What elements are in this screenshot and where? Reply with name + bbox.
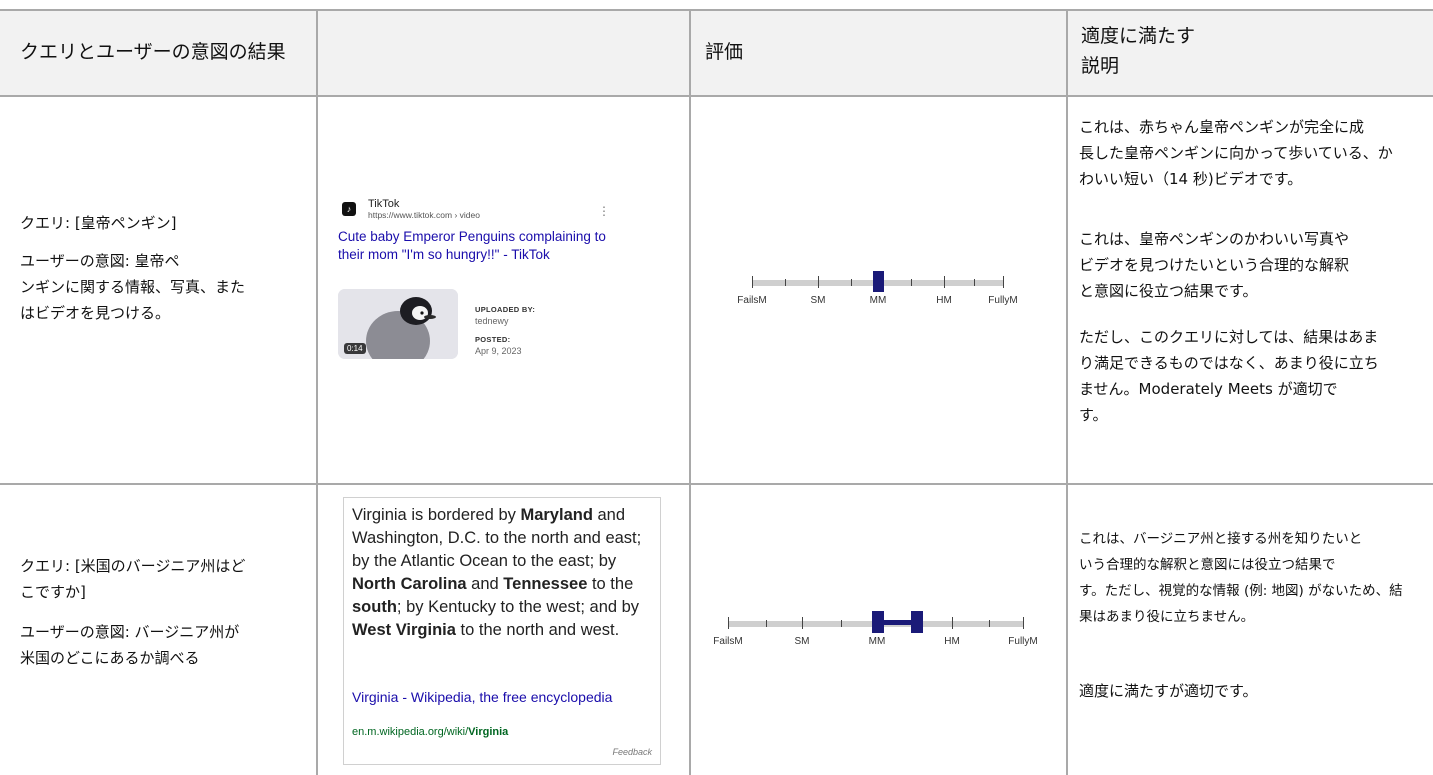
rating-marker-mm [873,271,884,292]
row1-explanation-para1: これは、赤ちゃん皇帝ペンギンが完全に成 長した皇帝ペンギンに向かって歩いている、… [1079,118,1393,188]
row1-explanation-para2: これは、皇帝ペンギンのかわいい写真や ビデオを見つけたいという合理的な解釈 と意… [1079,230,1350,300]
row1-intent: ユーザーの意図: 皇帝ペ ンギンに関する情報、写真、また はビデオを見つける。 [20,252,246,322]
table-border-row1-bottom [0,483,1433,485]
feedback-link[interactable]: Feedback [612,747,652,757]
snippet-bold-term: North Carolina [352,575,467,593]
scale-tick [841,620,842,627]
wikipedia-featured-snippet: Virginia is bordered by Maryland and Was… [343,497,661,765]
posted-value: Apr 9, 2023 [475,346,522,356]
snippet-text-segment: and [466,575,504,593]
row2-explanation-para1: これは、バージニア州と接する州を知りたいと いう合理的な解釈と意図には役立つ結果… [1079,531,1403,625]
result-title-link[interactable]: Cute baby Emperor Penguins complaining t… [338,228,628,264]
result-site-url: https://www.tiktok.com › video [368,210,480,220]
tiktok-logo-icon: ♪ [342,202,356,216]
row1-explanation: これは、赤ちゃん皇帝ペンギンが完全に成 長した皇帝ペンギンに向かって歩いている、… [1079,114,1429,428]
scale-label-fullym: FullyM [988,295,1018,306]
scale-tick [752,276,753,288]
row2-explanation-para2: 適度に満たすが適切です。 [1079,682,1258,700]
snippet-text-segment: to the [587,575,634,593]
scale-tick [818,276,819,288]
row1-query: クエリ: [皇帝ペンギン] [20,214,177,232]
row2-rating-scale: FailsM SM MM HM FullyM [713,611,1038,657]
video-thumbnail[interactable]: 0:14 [338,289,458,359]
row1-query-cell: クエリ: [皇帝ペンギン] ユーザーの意図: 皇帝ペ ンギンに関する情報、写真、… [20,210,305,326]
table-border-col3 [1066,9,1068,775]
snippet-bold-term: West Virginia [352,621,456,639]
snippet-bold-term: Tennessee [503,575,588,593]
scale-label-hm: HM [936,295,952,306]
row1-explanation-para3: ただし、このクエリに対しては、結果はあま り満足できるものではなく、あまり役に立… [1079,328,1379,424]
header-query-intent: クエリとユーザーの意図の結果 [20,41,286,63]
scale-tick [728,617,729,629]
scale-label-hm: HM [944,636,960,647]
table-border-top [0,9,1433,11]
snippet-text-segment: to the north and west. [455,621,620,639]
result-site-name: TikTok [368,198,400,210]
tiktok-result-card[interactable]: ♪ TikTok https://www.tiktok.com › video … [336,188,626,373]
scale-label-mm: MM [869,295,887,306]
snippet-bold-term: Maryland [520,506,593,524]
header-explanation-subtitle: 説明 [1081,55,1120,77]
rating-marker-mm-plus [911,611,923,633]
scale-tick [974,279,975,286]
wikipedia-result-url[interactable]: en.m.wikipedia.org/wiki/Virginia [352,726,508,738]
scale-tick [911,279,912,286]
row2-query-cell: クエリ: [米国のバージニア州はど こですか] ユーザーの意図: バージニア州が… [20,553,305,671]
video-duration-badge: 0:14 [344,343,366,354]
row2-explanation: これは、バージニア州と接する州を知りたいと いう合理的な解釈と意図には役立つ結果… [1079,526,1429,704]
scale-tick [1023,617,1024,629]
table-border-col1 [316,9,318,775]
posted-label: POSTED: [475,335,511,344]
wikipedia-result-link[interactable]: Virginia - Wikipedia, the free encyclope… [352,688,652,706]
rating-example-table: クエリとユーザーの意図の結果 評価 適度に満たす 説明 クエリ: [皇帝ペンギン… [0,0,1433,775]
header-rating: 評価 [705,41,744,63]
uploaded-by-label: UPLOADED BY: [475,305,536,314]
table-border-header-bottom [0,95,1433,97]
url-bold-part: Virginia [468,726,509,738]
scale-label-failsm: FailsM [713,636,743,647]
scale-label-sm: SM [810,295,826,306]
scale-tick [989,620,990,627]
scale-label-mm: MM [868,636,886,647]
more-options-icon[interactable]: ⋮ [598,204,610,218]
snippet-bold-term: south [352,598,397,616]
scale-label-fullym: FullyM [1008,636,1038,647]
scale-tick [851,279,852,286]
scale-tick [1003,276,1004,288]
scale-tick [785,279,786,286]
scale-label-sm: SM [794,636,810,647]
table-border-col2 [689,9,691,775]
snippet-text-segment: Virginia is bordered by [352,506,521,524]
snippet-text-segment: ; by Kentucky to the west; and by [396,598,640,616]
scale-tick [802,617,803,629]
scale-tick [952,617,953,629]
scale-tick [766,620,767,627]
scale-label-failsm: FailsM [737,295,767,306]
url-prefix: en.m.wikipedia.org/wiki/ [352,726,469,738]
uploaded-by-value: tednewy [475,316,509,326]
row2-query: クエリ: [米国のバージニア州はど こですか] [20,557,246,601]
header-explanation-title: 適度に満たす [1081,25,1196,47]
snippet-text: Virginia is bordered by Maryland and Was… [352,504,652,642]
scale-tick [944,276,945,288]
row1-rating-scale: FailsM SM MM HM FullyM [737,271,1018,316]
row2-intent: ユーザーの意図: バージニア州が 米国のどこにあるか調べる [20,623,240,667]
rating-marker-mm [872,611,884,633]
